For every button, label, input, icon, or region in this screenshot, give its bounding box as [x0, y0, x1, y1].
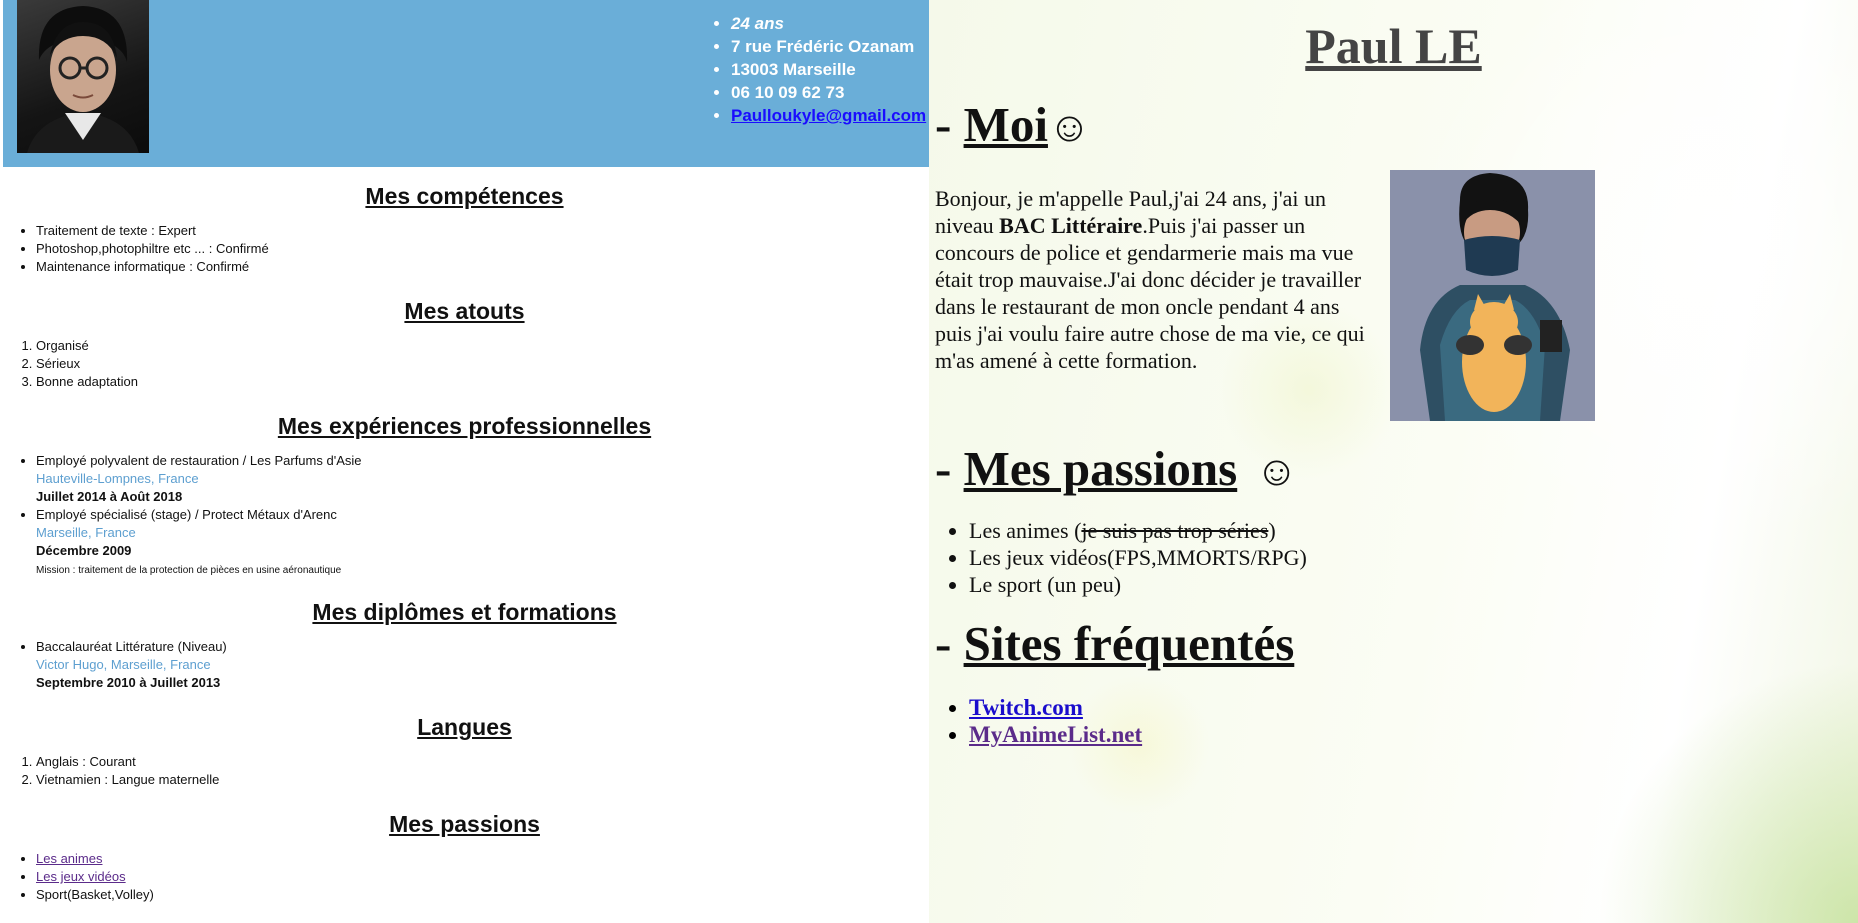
strikethrough-text: je suis pas trop séries: [1081, 518, 1269, 543]
job-date: Décembre 2009: [36, 543, 132, 558]
smiley-icon: ☺: [1047, 105, 1091, 151]
bio-paragraph: Bonjour, je m'appelle Paul,j'ai 24 ans, …: [935, 185, 1375, 374]
heading-moi: - Moi☺: [935, 96, 1091, 153]
experiences-list: Employé polyvalent de restauration / Les…: [0, 452, 929, 580]
passion-link-jeux[interactable]: Les jeux vidéos: [36, 869, 126, 884]
list-item: Baccalauréat Littérature (Niveau) Victor…: [36, 638, 929, 692]
list-item: Sport(Basket,Volley): [36, 886, 929, 904]
avatar-illustration: [1390, 170, 1595, 421]
section-title: Mes compétences: [365, 183, 564, 209]
profile-photo: [17, 0, 149, 153]
list-item: Maintenance informatique : Confirmé: [36, 258, 929, 276]
heading-prefix: -: [935, 97, 964, 152]
section-title: Mes atouts: [404, 298, 525, 324]
section-diplomes: Mes diplômes et formations Baccalauréat …: [0, 599, 929, 692]
right-column: Paul LE - Moi☺ Bonjour, je m'appelle Pau…: [929, 0, 1858, 923]
contact-city: 13003 Marseille: [731, 58, 926, 81]
job-place: Hauteville-Lompnes, France: [36, 471, 199, 486]
job-role: Employé polyvalent de restauration / Les…: [36, 453, 362, 468]
list-item: Organisé: [36, 337, 929, 355]
contact-street: 7 rue Frédéric Ozanam: [731, 35, 926, 58]
list-item: Les jeux vidéos(FPS,MMORTS/RPG): [969, 544, 1307, 571]
list-item: Employé spécialisé (stage) / Protect Mét…: [36, 506, 929, 580]
heading-prefix: -: [935, 616, 964, 671]
job-mission: Mission : traitement de la protection de…: [36, 565, 342, 576]
diploma-name: Baccalauréat Littérature (Niveau): [36, 639, 227, 654]
section-title: Langues: [417, 714, 512, 740]
job-date: Juillet 2014 à Août 2018: [36, 489, 183, 504]
section-title: Mes passions: [389, 811, 540, 837]
job-role: Employé spécialisé (stage) / Protect Mét…: [36, 507, 337, 522]
list-item: Bonne adaptation: [36, 373, 929, 391]
contact-phone: 06 10 09 62 73: [731, 81, 926, 104]
passion-link-animes[interactable]: Les animes: [36, 851, 102, 866]
list-item: Employé polyvalent de restauration / Les…: [36, 452, 929, 506]
list-item: Les jeux vidéos: [36, 868, 929, 886]
list-item: Sérieux: [36, 355, 929, 373]
heading-text: Sites fréquentés: [963, 616, 1295, 671]
section-passions-left: Mes passions Les animes Les jeux vidéos …: [0, 811, 929, 904]
list-item: Les animes (je suis pas trop séries): [969, 517, 1307, 544]
bio-bold: BAC Littéraire: [999, 213, 1143, 238]
contact-list: 24 ans 7 rue Frédéric Ozanam 13003 Marse…: [706, 12, 926, 127]
email-link[interactable]: Paulloukyle@gmail.com: [731, 106, 926, 125]
list-item: Vietnamien : Langue maternelle: [36, 771, 929, 789]
list-item: Anglais : Courant: [36, 753, 929, 771]
section-competences: Mes compétences Traitement de texte : Ex…: [0, 183, 929, 276]
twitch-link[interactable]: Twitch.com: [969, 695, 1083, 720]
list-item: Les animes: [36, 850, 929, 868]
heading-sites: - Sites fréquentés: [935, 615, 1294, 672]
section-langues: Langues Anglais : Courant Vietnamien : L…: [0, 714, 929, 789]
diploma-date: Septembre 2010 à Juillet 2013: [36, 675, 221, 690]
list-item: Photoshop,photophiltre etc ... : Confirm…: [36, 240, 929, 258]
competences-list: Traitement de texte : Expert Photoshop,p…: [0, 222, 929, 276]
item-text: Les animes (: [969, 518, 1082, 543]
smiley-icon: ☺: [1255, 449, 1299, 495]
job-place: Marseille, France: [36, 525, 136, 540]
section-experiences: Mes expériences professionnelles Employé…: [0, 413, 929, 580]
left-column: 24 ans 7 rue Frédéric Ozanam 13003 Marse…: [0, 0, 929, 923]
atouts-list: Organisé Sérieux Bonne adaptation: [0, 337, 929, 391]
diploma-place: Victor Hugo, Marseille, France: [36, 657, 211, 672]
contact-age: 24 ans: [731, 12, 926, 35]
list-item: MyAnimeList.net: [969, 721, 1142, 748]
passions-list-right: Les animes (je suis pas trop séries) Les…: [944, 517, 1307, 598]
diplomes-list: Baccalauréat Littérature (Niveau) Victor…: [0, 638, 929, 692]
page-title: Paul LE: [1305, 18, 1482, 74]
list-item: Le sport (un peu): [969, 571, 1307, 598]
section-atouts: Mes atouts Organisé Sérieux Bonne adapta…: [0, 298, 929, 391]
heading-text: Mes passions: [963, 441, 1238, 496]
list-item: Twitch.com: [969, 694, 1142, 721]
myanimelist-link[interactable]: MyAnimeList.net: [969, 722, 1142, 747]
heading-passions: - Mes passions ☺: [935, 440, 1298, 497]
section-title: Mes expériences professionnelles: [277, 413, 652, 439]
heading-text: Moi: [963, 97, 1048, 152]
sites-list: Twitch.com MyAnimeList.net: [944, 694, 1142, 748]
contact-header: 24 ans 7 rue Frédéric Ozanam 13003 Marse…: [3, 0, 929, 167]
contact-email-item: Paulloukyle@gmail.com: [731, 104, 926, 127]
list-item: Traitement de texte : Expert: [36, 222, 929, 240]
heading-prefix: -: [935, 441, 964, 496]
passions-list: Les animes Les jeux vidéos Sport(Basket,…: [0, 850, 929, 904]
langues-list: Anglais : Courant Vietnamien : Langue ma…: [0, 753, 929, 789]
item-text: ): [1268, 518, 1276, 543]
section-title: Mes diplômes et formations: [312, 599, 617, 625]
